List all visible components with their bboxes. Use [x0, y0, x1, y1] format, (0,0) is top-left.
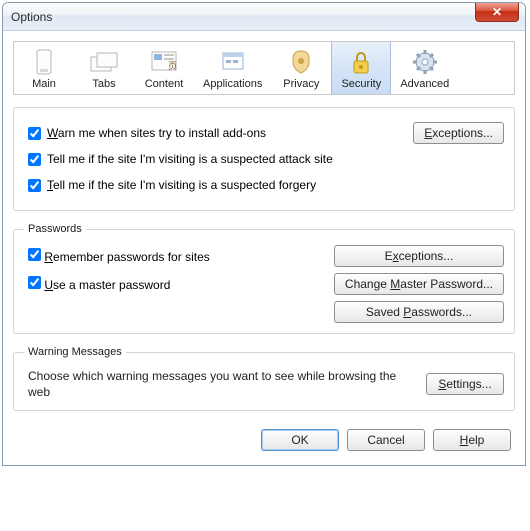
passwords-legend: Passwords [24, 223, 86, 235]
tab-label: Main [23, 78, 65, 90]
master-password-checkbox[interactable] [28, 276, 41, 289]
forgery-option[interactable]: Tell me if the site I'm visiting is a su… [28, 178, 316, 192]
content-area: Main Tabs 页 Content Applications [3, 31, 525, 465]
remember-passwords-label: Remember passwords for sites [44, 250, 209, 264]
security-icon [345, 48, 377, 76]
close-button[interactable]: ✕ [475, 3, 519, 22]
change-master-password-button[interactable]: Change Master Password... [334, 273, 504, 295]
warn-addons-option[interactable]: Warn me when sites try to install add-on… [28, 126, 266, 140]
attack-site-checkbox[interactable] [28, 153, 41, 166]
category-toolbar: Main Tabs 页 Content Applications [13, 41, 515, 95]
tab-label: Tabs [83, 78, 125, 90]
addons-exceptions-button[interactable]: Exceptions... [413, 122, 504, 144]
svg-text:页: 页 [168, 61, 177, 71]
advanced-icon [409, 48, 441, 76]
attack-site-label: Tell me if the site I'm visiting is a su… [47, 152, 333, 166]
tab-privacy[interactable]: Privacy [271, 42, 331, 94]
tab-label: Advanced [400, 78, 449, 90]
tab-content[interactable]: 页 Content [134, 42, 194, 94]
tab-label: Applications [203, 78, 262, 90]
warning-messages-legend: Warning Messages [24, 346, 126, 358]
warning-settings-button[interactable]: Settings... [426, 373, 504, 395]
warn-addons-checkbox[interactable] [28, 127, 41, 140]
warn-addons-label: Warn me when sites try to install add-on… [47, 126, 266, 140]
tab-tabs[interactable]: Tabs [74, 42, 134, 94]
tab-security[interactable]: Security [331, 42, 391, 94]
passwords-exceptions-button[interactable]: Exceptions... [334, 245, 504, 267]
tab-advanced[interactable]: Advanced [391, 42, 458, 94]
privacy-icon [285, 48, 317, 76]
tab-applications[interactable]: Applications [194, 42, 271, 94]
ok-button[interactable]: OK [261, 429, 339, 451]
forgery-label: Tell me if the site I'm visiting is a su… [47, 178, 316, 192]
passwords-group: Passwords Remember passwords for sites E… [13, 223, 515, 334]
window-title: Options [11, 10, 52, 24]
forgery-checkbox[interactable] [28, 179, 41, 192]
attack-site-option[interactable]: Tell me if the site I'm visiting is a su… [28, 152, 333, 166]
tab-label: Privacy [280, 78, 322, 90]
tab-label: Security [340, 78, 382, 90]
main-icon [28, 48, 60, 76]
addons-group: Warn me when sites try to install add-on… [13, 107, 515, 211]
content-icon: 页 [148, 48, 180, 76]
close-icon: ✕ [492, 5, 502, 19]
remember-passwords-checkbox[interactable] [28, 248, 41, 261]
cancel-button[interactable]: Cancel [347, 429, 425, 451]
master-password-label: Use a master password [44, 278, 170, 292]
tab-main[interactable]: Main [14, 42, 74, 94]
remember-passwords-option[interactable]: Remember passwords for sites [28, 248, 324, 264]
titlebar[interactable]: Options ✕ [3, 3, 525, 31]
tab-label: Content [143, 78, 185, 90]
master-password-option[interactable]: Use a master password [28, 276, 324, 292]
help-button[interactable]: Help [433, 429, 511, 451]
warning-messages-text: Choose which warning messages you want t… [28, 368, 414, 400]
saved-passwords-button[interactable]: Saved Passwords... [334, 301, 504, 323]
applications-icon [217, 48, 249, 76]
dialog-button-row: OK Cancel Help [13, 423, 515, 453]
options-window: Options ✕ Main Tabs 页 Cont [2, 2, 526, 466]
warning-messages-group: Warning Messages Choose which warning me… [13, 346, 515, 411]
tabs-icon [88, 48, 120, 76]
